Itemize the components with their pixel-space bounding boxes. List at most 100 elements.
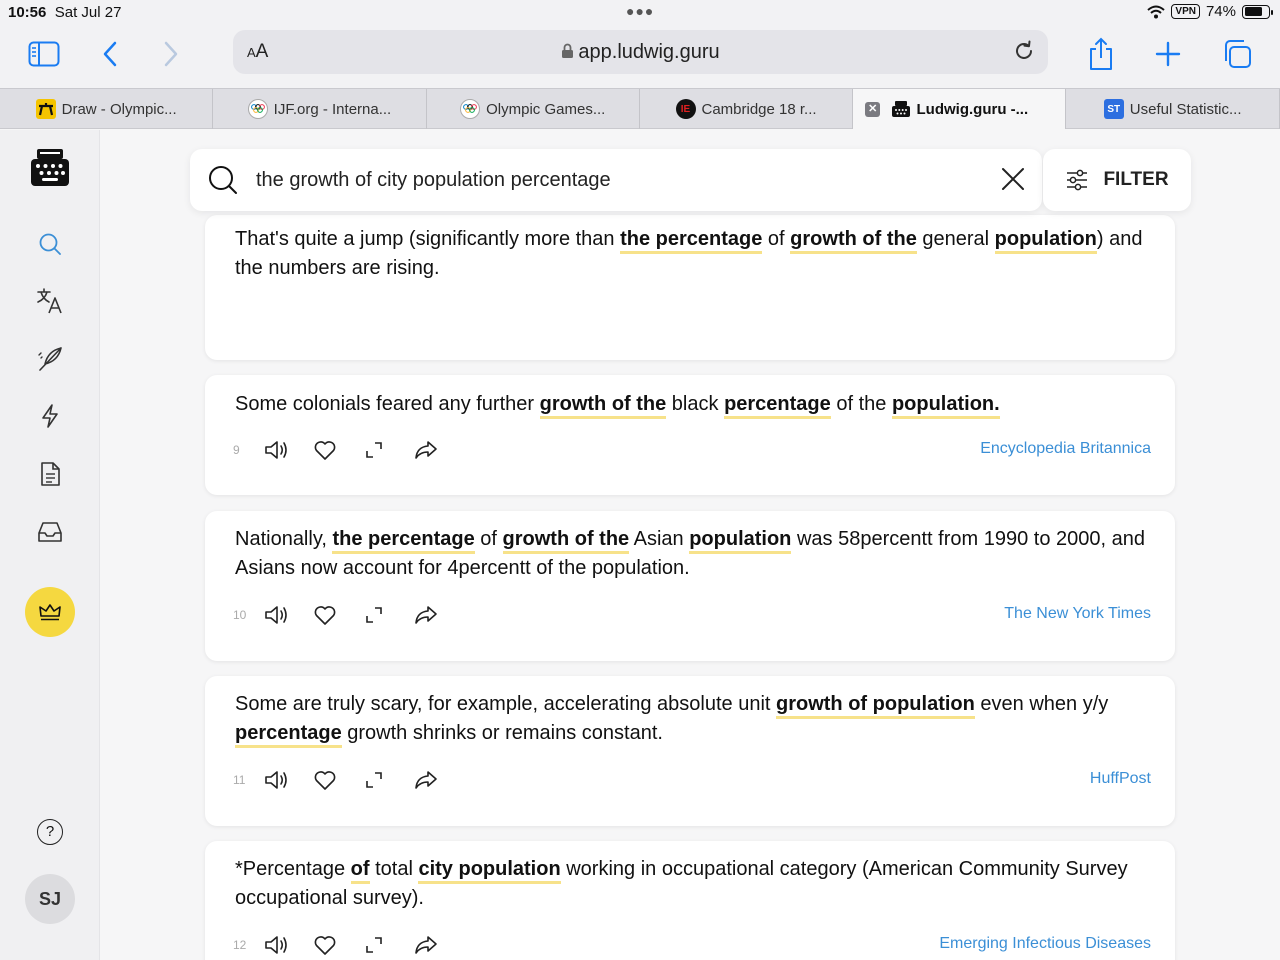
- tab-cambridge[interactable]: IE Cambridge 18 r...: [640, 89, 854, 129]
- speaker-icon[interactable]: [263, 604, 313, 626]
- new-tab-icon[interactable]: [1148, 34, 1188, 74]
- heart-icon[interactable]: [313, 439, 363, 461]
- result-actions: 10: [233, 600, 463, 630]
- speaker-icon[interactable]: [263, 439, 313, 461]
- filter-button[interactable]: FILTER: [1043, 149, 1191, 211]
- result-number: 12: [233, 938, 247, 952]
- expand-icon[interactable]: [363, 934, 413, 956]
- result-sentence: *Percentage of total city population wor…: [235, 855, 1151, 913]
- highlighted-match: growth of the: [790, 228, 917, 254]
- heart-icon[interactable]: [313, 769, 363, 791]
- highlighted-match: of: [350, 858, 370, 884]
- tab-label: Useful Statistic...: [1129, 100, 1242, 118]
- tab-close-icon[interactable]: ✕: [865, 102, 881, 117]
- tab-label: Draw - Olympic...: [61, 100, 177, 118]
- result-number: 10: [233, 608, 247, 622]
- address-bar[interactable]: AA app.ludwig.guru: [233, 30, 1048, 74]
- vpn-badge: VPN: [1171, 4, 1200, 19]
- url-field[interactable]: app.ludwig.guru: [233, 41, 1048, 64]
- ielts-favicon: IE: [675, 99, 696, 119]
- sentence-fragment: Nationally,: [235, 528, 333, 550]
- sentence-fragment: of: [474, 528, 503, 550]
- search-input[interactable]: the growth of city population percentage: [256, 169, 611, 192]
- highlighted-match: the percentage: [620, 228, 763, 254]
- result-source-link[interactable]: Encyclopedia Britannica: [980, 440, 1151, 458]
- user-avatar[interactable]: SJ: [25, 874, 75, 924]
- result-actions: 11: [233, 765, 463, 795]
- sentence-fragment: general: [916, 228, 995, 250]
- expand-icon[interactable]: [363, 439, 413, 461]
- reload-icon[interactable]: [1012, 39, 1036, 68]
- back-icon[interactable]: [90, 34, 130, 74]
- result-number: 11: [233, 773, 246, 787]
- translate-icon[interactable]: [30, 281, 70, 321]
- speaker-icon[interactable]: [263, 934, 313, 956]
- result-source-link[interactable]: The New York Times: [1004, 605, 1151, 623]
- forward-icon[interactable]: [151, 34, 191, 74]
- status-bar: 10:56 Sat Jul 27 ●●● VPN 74%: [0, 0, 1280, 24]
- heart-icon[interactable]: [313, 934, 363, 956]
- tab-draw-olympic[interactable]: Draw - Olympic...: [0, 89, 214, 129]
- highlighted-match: growth of the: [502, 528, 630, 554]
- highlighted-match: population: [994, 228, 1097, 254]
- result-card[interactable]: Some colonials feared any further growth…: [205, 375, 1175, 495]
- app-sidebar: ? SJ: [0, 130, 100, 960]
- tab-ijf[interactable]: IJF.org - Interna...: [213, 89, 427, 129]
- sliders-icon: [1067, 169, 1088, 191]
- ludwig-favicon: [891, 99, 911, 119]
- tab-label: Olympic Games...: [486, 100, 606, 118]
- tab-bar: Draw - Olympic... IJF.org - Interna... O…: [0, 88, 1280, 129]
- help-icon[interactable]: ?: [37, 819, 63, 845]
- share-icon[interactable]: [413, 604, 463, 626]
- status-date: Sat Jul 27: [54, 4, 122, 21]
- document-icon[interactable]: [30, 454, 70, 494]
- share-icon[interactable]: [413, 934, 463, 956]
- inbox-icon[interactable]: [30, 512, 70, 552]
- tab-favicon: [35, 99, 56, 119]
- result-card[interactable]: *Percentage of total city population wor…: [205, 841, 1175, 960]
- search-nav-icon[interactable]: [30, 224, 70, 264]
- tab-useful-statistics[interactable]: ST Useful Statistic...: [1066, 89, 1280, 129]
- share-icon[interactable]: [1081, 34, 1121, 74]
- result-card[interactable]: Some are truly scary, for example, accel…: [205, 676, 1175, 826]
- result-number: 9: [233, 443, 240, 457]
- tab-overview-icon[interactable]: [1217, 34, 1257, 74]
- heart-icon[interactable]: [313, 604, 363, 626]
- sentence-fragment: growth shrinks or remains constant.: [341, 722, 663, 744]
- premium-crown-button[interactable]: [25, 587, 75, 637]
- tab-olympic-games[interactable]: Olympic Games...: [427, 89, 640, 129]
- multitasking-dots[interactable]: ●●●: [626, 3, 654, 19]
- sidebar-toggle-icon[interactable]: [24, 34, 64, 74]
- search-icon: [208, 165, 238, 200]
- result-source-link[interactable]: Emerging Infectious Diseases: [939, 935, 1151, 953]
- result-card[interactable]: That's quite a jump (significantly more …: [205, 215, 1175, 408]
- expand-icon[interactable]: [363, 769, 413, 791]
- tab-label: IJF.org - Interna...: [273, 100, 392, 118]
- main-content: the growth of city population percentage…: [101, 130, 1280, 960]
- status-time: 10:56 Sat Jul 27: [8, 4, 122, 21]
- tab-ludwig-active[interactable]: ✕ Ludwig.guru -...: [853, 89, 1067, 129]
- sentence-fragment: Some are truly scary, for example, accel…: [235, 693, 776, 715]
- battery-icon: [1242, 4, 1273, 19]
- clear-search-icon[interactable]: [1000, 166, 1026, 197]
- olympic-rings-icon: [247, 99, 268, 119]
- sentence-fragment: Some colonials feared any further: [235, 393, 540, 415]
- ludwig-logo-icon[interactable]: [28, 146, 72, 190]
- sentence-fragment: That's quite a jump (significantly more …: [235, 228, 621, 250]
- lock-icon: [562, 43, 574, 58]
- result-actions: 9: [233, 435, 463, 465]
- share-icon[interactable]: [413, 439, 463, 461]
- highlighted-match: city population: [418, 858, 561, 884]
- wifi-icon: [1147, 5, 1166, 18]
- quill-paraphrase-icon[interactable]: [30, 339, 70, 379]
- expand-icon[interactable]: [363, 604, 413, 626]
- url-text: app.ludwig.guru: [578, 41, 720, 63]
- result-source-link[interactable]: HuffPost: [1090, 770, 1151, 788]
- result-actions: 12: [233, 930, 463, 960]
- speaker-icon[interactable]: [263, 769, 313, 791]
- share-icon[interactable]: [413, 769, 463, 791]
- result-card[interactable]: Nationally, the percentage of growth of …: [205, 511, 1175, 661]
- highlighted-match: percentage: [724, 393, 831, 419]
- lightning-icon[interactable]: [30, 396, 70, 436]
- st-favicon: ST: [1103, 99, 1124, 119]
